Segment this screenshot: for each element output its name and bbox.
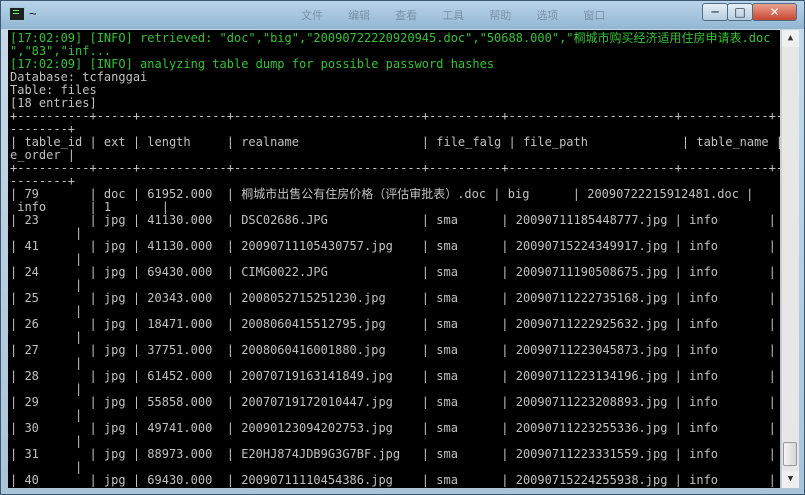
console-line: | 27 | jpg | 37751.000 | 200806041600188… xyxy=(10,343,780,357)
console-line: | 24 | jpg | 69430.000 | CIMG0022.JPG | … xyxy=(10,265,780,279)
ghost-menu-item: 选项 xyxy=(536,10,559,22)
console-line: +----------+-----+------------+---------… xyxy=(10,109,780,123)
console-line: | 28 | jpg | 61452.000 | 200707191631418… xyxy=(10,369,780,383)
background-toolbar-ghost: 文件 编辑 查看 工具 帮助 选项 窗口 xyxy=(301,7,691,23)
console-line: | 30 | jpg | 49741.000 | 200901230942027… xyxy=(10,421,780,435)
vertical-scrollbar[interactable]: ▲ ▼ xyxy=(781,30,799,488)
console-line: | 29 | jpg | 55858.000 | 200707191720104… xyxy=(10,395,780,409)
title-bar[interactable]: ~ 文件 编辑 查看 工具 帮助 选项 窗口 ─ □ ✕ xyxy=(1,1,804,29)
console-line: | 31 | jpg | 88973.000 | E20HJ874JDB9G3G… xyxy=(10,447,780,461)
ghost-menu-item: 查看 xyxy=(395,10,418,22)
scroll-down-icon[interactable]: ▼ xyxy=(782,471,799,488)
ghost-menu-item: 窗口 xyxy=(583,10,606,22)
console-line: | 26 | jpg | 18471.000 | 200806041551279… xyxy=(10,317,780,331)
ghost-menu-item: 工具 xyxy=(442,10,465,22)
ghost-menu-item: 文件 xyxy=(301,10,323,22)
ghost-menu-item: 帮助 xyxy=(489,10,512,22)
console-line: | table_id | ext | length | realname | f… xyxy=(10,135,780,149)
console-line: | 23 | jpg | 41130.000 | DSC02686.JPG | … xyxy=(10,213,780,227)
scroll-up-icon[interactable]: ▲ xyxy=(782,30,799,47)
console-line: | 25 | jpg | 20343.000 | 200805271525123… xyxy=(10,291,780,305)
minimize-button[interactable]: ─ xyxy=(702,3,728,21)
terminal-app-icon xyxy=(9,7,25,21)
maximize-button[interactable]: □ xyxy=(727,3,753,21)
terminal-window: ~ 文件 编辑 查看 工具 帮助 选项 窗口 ─ □ ✕ [17:02:09] … xyxy=(0,0,805,495)
window-title: ~ xyxy=(29,6,37,21)
console-line: | 40 | jpg | 69430.000 | 200907111104543… xyxy=(10,473,780,487)
close-button[interactable]: ✕ xyxy=(752,3,797,21)
console-output[interactable]: [17:02:09] [INFO] retrieved: "doc","big"… xyxy=(8,30,780,488)
ghost-menu-item: 编辑 xyxy=(348,10,371,22)
console-line: +----------+-----+------------+---------… xyxy=(10,161,780,175)
scrollbar-thumb[interactable] xyxy=(783,442,797,466)
console-line: [17:02:09] [INFO] retrieved: "doc","big"… xyxy=(10,31,771,45)
console-line: | 41 | jpg | 41130.000 | 200907111054307… xyxy=(10,239,780,253)
